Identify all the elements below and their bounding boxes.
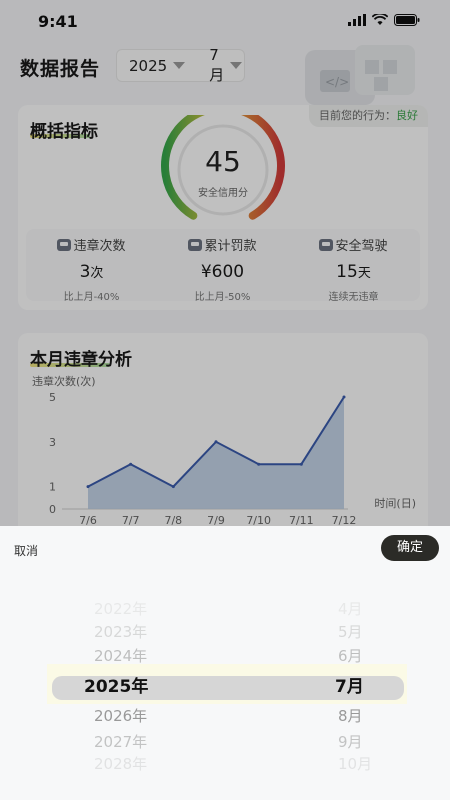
date-picker-sheet: 取消 确定 2022年 2023年 2024年 2026年 2027年 2028… [0,526,450,800]
wheel-item[interactable]: 2024年 [52,643,252,669]
confirm-button[interactable]: 确定 [381,535,439,561]
cancel-button[interactable]: 取消 [14,542,38,559]
selected-year[interactable]: 2025年 [84,674,148,700]
year-wheel[interactable]: 2022年 2023年 2024年 2026年 2027年 2028年 [52,596,252,796]
wheel-item[interactable]: 10月 [248,751,448,777]
wheel-item[interactable]: 6月 [248,643,448,669]
selected-month[interactable]: 7月 [335,674,364,700]
wheel-item[interactable]: 2028年 [52,751,252,777]
wheel-item[interactable]: 8月 [248,703,448,729]
wheel-item[interactable]: 5月 [248,619,448,645]
wheel-item[interactable]: 2026年 [52,703,252,729]
wheel-item[interactable]: 2023年 [52,619,252,645]
